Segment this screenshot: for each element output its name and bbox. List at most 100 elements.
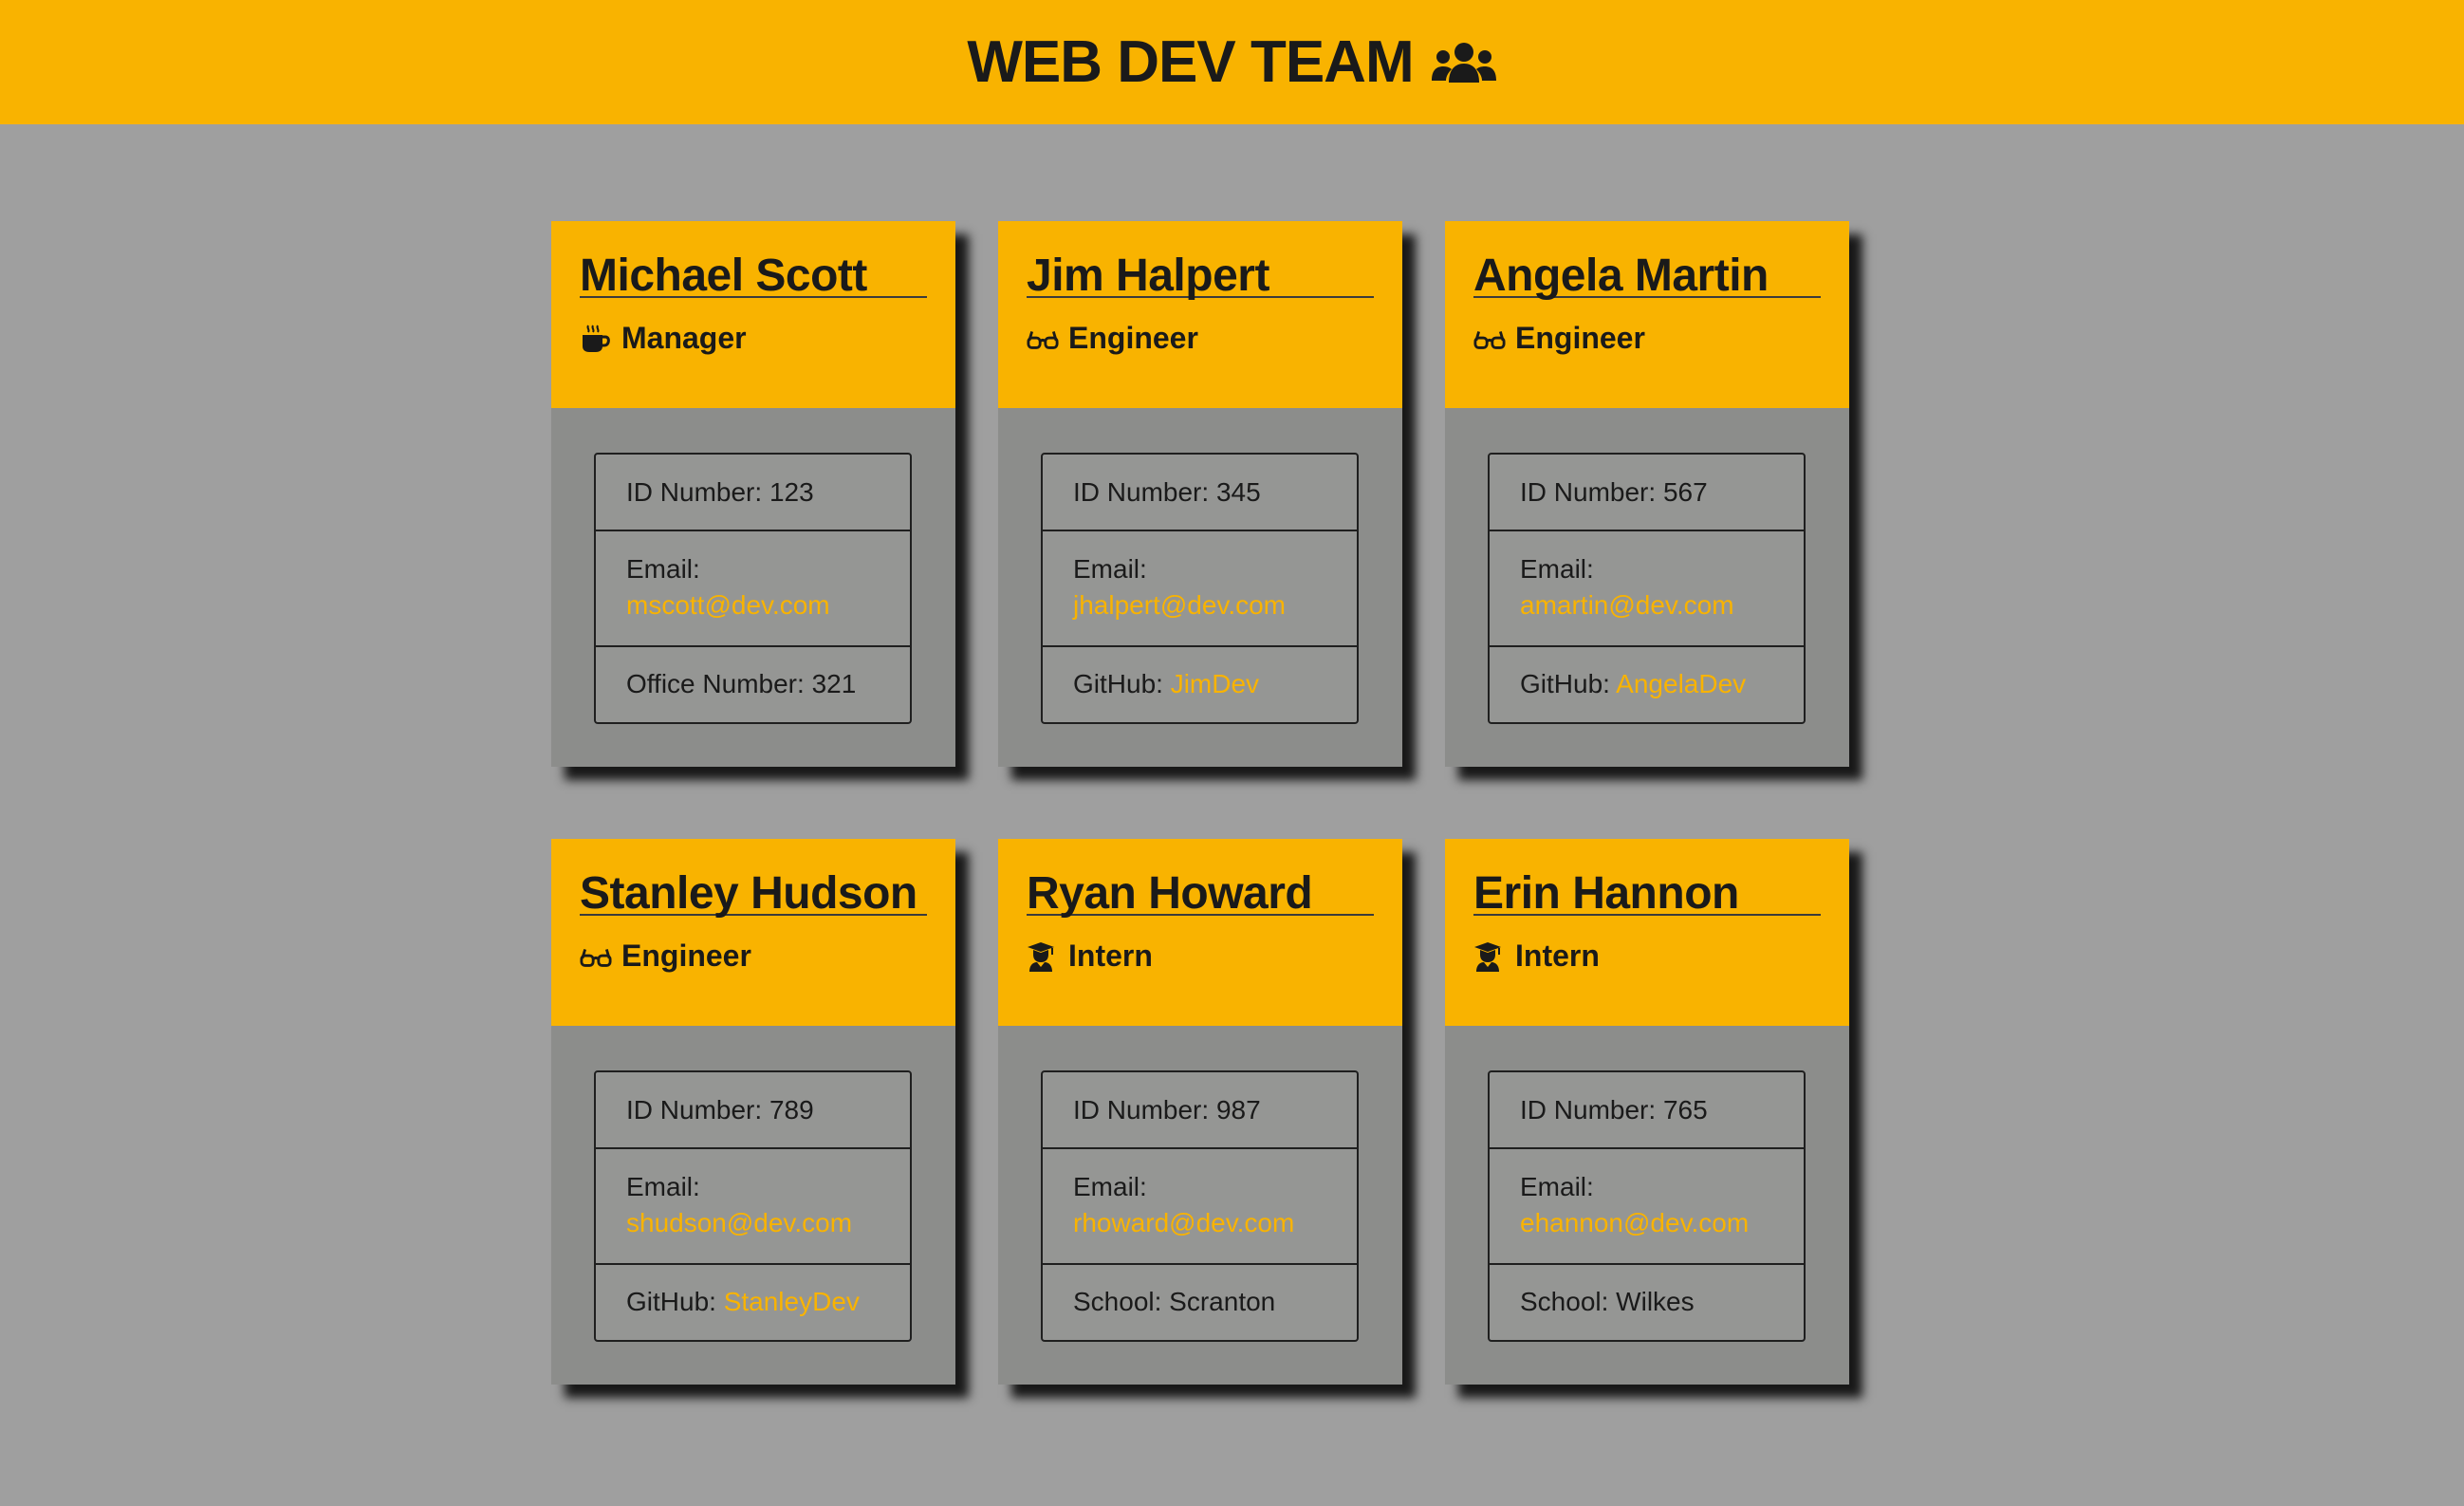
github-link[interactable]: JimDev [1171,669,1259,698]
info-list: ID Number: 345 Email: jhalpert@dev.com G… [1041,453,1359,724]
github-row: GitHub: AngelaDev [1490,647,1804,722]
id-value: 345 [1215,477,1261,507]
card-header: Angela Martin Engineer [1445,221,1849,408]
email-link[interactable]: shudson@dev.com [626,1205,880,1241]
employee-name: Angela Martin [1473,251,1769,301]
employee-card: Stanley Hudson Engineer ID Number: 789 E… [551,839,955,1385]
employee-card: Ryan Howard Intern ID Number: 987 Email:… [998,839,1402,1385]
employee-card: Jim Halpert Engineer ID Number: 345 Emai… [998,221,1402,767]
graduate-icon [1027,940,1059,973]
employee-name: Jim Halpert [1027,251,1269,301]
email-link[interactable]: amartin@dev.com [1520,587,1773,623]
id-value: 789 [769,1095,814,1125]
employee-name-row: Jim Halpert [1027,221,1374,301]
id-label: ID Number: [1520,477,1663,507]
office-number-row: Office Number: 321 [596,647,910,722]
employee-name-row: Erin Hannon [1473,839,1821,919]
id-label: ID Number: [1073,1095,1216,1125]
employee-role-row: Manager [580,321,927,356]
info-list: ID Number: 123 Email: mscott@dev.com Off… [594,453,912,724]
employee-name-row: Michael Scott [580,221,927,301]
glasses-icon [1473,323,1506,355]
info-list: ID Number: 789 Email: shudson@dev.com Gi… [594,1070,912,1342]
email-link[interactable]: jhalpert@dev.com [1073,587,1326,623]
employee-card: Michael Scott Manager ID Number: 123 Ema… [551,221,955,767]
email-label: Email: [1520,554,1594,584]
id-row: ID Number: 123 [596,455,910,531]
team-grid: Michael Scott Manager ID Number: 123 Ema… [551,221,1849,1385]
email-link[interactable]: mscott@dev.com [626,587,880,623]
email-row: Email: mscott@dev.com [596,531,910,647]
id-label: ID Number: [626,477,769,507]
page-header: WEB DEV TEAM [0,0,2464,124]
github-link[interactable]: StanleyDev [724,1287,860,1316]
email-label: Email: [1520,1172,1594,1201]
employee-name-row: Angela Martin [1473,221,1821,301]
school-value: Scranton [1169,1287,1276,1316]
email-label: Email: [626,554,700,584]
employee-role: Manager [621,321,747,355]
id-row: ID Number: 345 [1043,455,1357,531]
email-link[interactable]: ehannon@dev.com [1520,1205,1773,1241]
id-label: ID Number: [1520,1095,1663,1125]
email-row: Email: rhoward@dev.com [1043,1149,1357,1265]
card-header: Jim Halpert Engineer [998,221,1402,408]
email-label: Email: [1073,1172,1147,1201]
github-label: GitHub: [1073,669,1171,698]
card-header: Michael Scott Manager [551,221,955,408]
employee-role-row: Intern [1027,939,1374,974]
id-value: 567 [1662,477,1708,507]
info-list: ID Number: 567 Email: amartin@dev.com Gi… [1488,453,1806,724]
id-row: ID Number: 567 [1490,455,1804,531]
school-label: School: [1520,1287,1617,1316]
employee-name: Michael Scott [580,251,867,301]
card-header: Stanley Hudson Engineer [551,839,955,1026]
coffee-mug-icon [580,323,612,355]
office-number-value: 321 [811,669,857,698]
employee-card: Erin Hannon Intern ID Number: 765 Email:… [1445,839,1849,1385]
email-label: Email: [626,1172,700,1201]
github-link[interactable]: AngelaDev [1616,669,1746,698]
card-header: Ryan Howard Intern [998,839,1402,1026]
email-row: Email: jhalpert@dev.com [1043,531,1357,647]
school-row: School: Scranton [1043,1265,1357,1340]
github-row: GitHub: StanleyDev [596,1265,910,1340]
glasses-icon [1027,323,1059,355]
card-header: Erin Hannon Intern [1445,839,1849,1026]
github-row: GitHub: JimDev [1043,647,1357,722]
employee-name-row: Ryan Howard [1027,839,1374,918]
graduate-icon [1473,940,1506,973]
school-row: School: Wilkes [1490,1265,1804,1340]
email-link[interactable]: rhoward@dev.com [1073,1205,1326,1241]
employee-role: Intern [1068,939,1153,973]
employee-role: Engineer [1068,321,1198,355]
employee-name: Erin Hannon [1473,868,1739,919]
employee-role-row: Intern [1473,939,1821,974]
employee-name: Stanley Hudson [580,868,917,919]
office-number-label: Office Number: [626,669,812,698]
id-value: 765 [1662,1095,1708,1125]
id-row: ID Number: 789 [596,1072,910,1149]
users-icon [1431,39,1497,86]
employee-role: Intern [1515,939,1600,973]
employee-role-row: Engineer [580,939,927,974]
id-value: 123 [769,477,814,507]
email-row: Email: ehannon@dev.com [1490,1149,1804,1265]
info-list: ID Number: 987 Email: rhoward@dev.com Sc… [1041,1070,1359,1342]
glasses-icon [580,940,612,973]
email-label: Email: [1073,554,1147,584]
page-title-wrap: WEB DEV TEAM [967,28,1496,96]
github-label: GitHub: [626,1287,724,1316]
employee-role: Engineer [621,939,751,973]
employee-name-row: Stanley Hudson [580,839,927,919]
github-label: GitHub: [1520,669,1617,698]
page-title: WEB DEV TEAM [967,29,1414,95]
id-row: ID Number: 765 [1490,1072,1804,1149]
info-list: ID Number: 765 Email: ehannon@dev.com Sc… [1488,1070,1806,1342]
employee-role-row: Engineer [1027,321,1374,356]
id-label: ID Number: [626,1095,769,1125]
employee-role-row: Engineer [1473,321,1821,356]
school-label: School: [1073,1287,1170,1316]
employee-card: Angela Martin Engineer ID Number: 567 Em… [1445,221,1849,767]
id-label: ID Number: [1073,477,1216,507]
